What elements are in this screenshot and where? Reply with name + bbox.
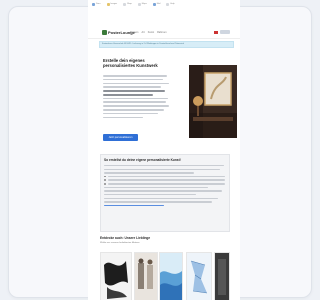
hero-title: Erstelle dein eigenes personalisiertes K…: [103, 58, 158, 68]
abstract-ink-poster: [101, 253, 131, 300]
bookmark-item[interactable]: Shop: [123, 2, 132, 6]
product-thumbnail[interactable]: [186, 252, 212, 300]
cart-icon: [123, 2, 127, 6]
help-icon: [166, 2, 170, 6]
framed-art-room-image: [189, 65, 237, 138]
webpage-preview[interactable]: Docs Images Shop Maps Mail Help PosterLo…: [88, 0, 240, 300]
learn-more-link[interactable]: [104, 204, 164, 207]
map-poster: [187, 253, 211, 300]
bookmark-item[interactable]: Images: [106, 2, 117, 6]
main-nav: Posters Art Kunst Rahmen: [130, 31, 167, 35]
product-carousel: [100, 252, 230, 300]
product-thumbnail[interactable]: [134, 252, 158, 300]
product-thumbnail[interactable]: [159, 252, 183, 300]
mail-icon: [152, 2, 156, 6]
nav-item[interactable]: Kunst: [148, 31, 154, 35]
browser-bookmarks-bar: Docs Images Shop Maps Mail Help: [88, 1, 240, 7]
bookmark-item[interactable]: Help: [166, 2, 174, 6]
recommendations-title: Entdecke auch: Unsere Lieblinge: [100, 236, 151, 240]
bookmark-item[interactable]: Docs: [92, 2, 101, 6]
nav-item[interactable]: Rahmen: [157, 31, 166, 35]
site-header: PosterLounge Posters Art Kunst Rahmen: [88, 26, 240, 39]
recommendations-subtitle: Wähle aus unseren beliebtesten Motiven: [100, 242, 140, 244]
fashion-photo-poster: [135, 253, 157, 300]
shipping-notice: Kostenloser Versand ab 49 EUR - Lieferun…: [99, 41, 234, 48]
logo-icon: [102, 30, 107, 35]
flag-icon[interactable]: [214, 30, 218, 34]
personalize-button[interactable]: Jetzt personalisieren: [103, 134, 138, 141]
dark-poster: [215, 253, 229, 300]
nav-item[interactable]: Posters: [130, 31, 138, 35]
section-title: So erstellst du deine eigene personalisi…: [104, 158, 181, 162]
account-button[interactable]: [220, 30, 230, 34]
hero-description: [103, 75, 170, 120]
hero-image: [189, 65, 237, 138]
how-to-section: So erstellst du deine eigene personalisi…: [100, 154, 230, 232]
doc-icon: [92, 2, 95, 6]
header-actions: [214, 30, 230, 34]
product-thumbnail[interactable]: [214, 252, 230, 300]
bookmark-item[interactable]: Maps: [137, 2, 147, 6]
product-thumbnail[interactable]: [100, 252, 132, 300]
nav-item[interactable]: Art: [141, 31, 144, 35]
blue-wave-poster: [160, 253, 182, 300]
map-icon: [137, 2, 141, 6]
image-icon: [106, 2, 110, 6]
bookmark-item[interactable]: Mail: [152, 2, 160, 6]
section-body: [104, 165, 225, 207]
hero-section: Erstelle dein eigenes personalisiertes K…: [103, 58, 237, 148]
